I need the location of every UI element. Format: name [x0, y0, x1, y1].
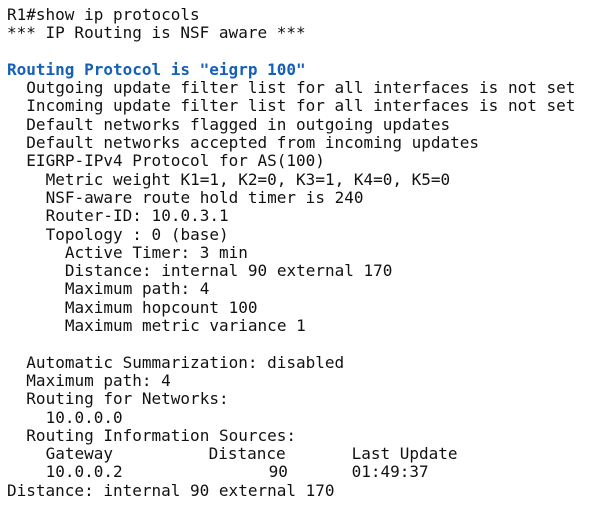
default-flagged-line: Default networks flagged in outgoing upd… — [26, 114, 451, 134]
cell-distance: 90 — [268, 462, 288, 482]
router-id-line: Router-ID: 10.0.3.1 — [45, 206, 229, 226]
metric-weight-line: Metric weight K1=1, K2=0, K3=1, K4=0, K5… — [45, 169, 451, 189]
header-last-update: Last Update — [351, 444, 458, 464]
incoming-filter-line: Incoming update filter list for all inte… — [26, 96, 576, 116]
topology-distance-line: Distance: internal 90 external 170 — [64, 261, 393, 281]
max-variance-line: Maximum metric variance 1 — [64, 316, 306, 336]
topology-max-path-line: Maximum path: 4 — [64, 279, 210, 299]
max-hopcount-line: Maximum hopcount 100 — [64, 297, 258, 317]
sources-table-header: Gateway Distance Last Update — [7, 444, 616, 464]
auto-summary-line: Automatic Summarization: disabled — [26, 352, 345, 372]
network-entry: 10.0.0.0 — [45, 407, 123, 427]
cell-last-update: 01:49:37 — [351, 462, 429, 482]
protocol-header: Routing Protocol is "eigrp 100" — [7, 59, 306, 79]
max-path-line: Maximum path: 4 — [26, 370, 171, 390]
eigrp-as-line: EIGRP-IPv4 Protocol for AS(100) — [26, 151, 325, 171]
cell-gateway: 10.0.0.2 — [45, 462, 123, 482]
nsf-timer-line: NSF-aware route hold timer is 240 — [45, 187, 364, 207]
routing-networks-line: Routing for Networks: — [26, 389, 229, 409]
command-prompt: R1#show ip protocols — [7, 5, 200, 24]
header-gateway: Gateway — [45, 444, 114, 464]
header-distance: Distance — [208, 444, 286, 464]
table-row: 10.0.0.2 90 01:49:37 — [7, 462, 616, 482]
active-timer-line: Active Timer: 3 min — [64, 242, 248, 262]
default-accepted-line: Default networks accepted from incoming … — [26, 133, 480, 153]
info-sources-line: Routing Information Sources: — [26, 425, 297, 445]
outgoing-filter-line: Outgoing update filter list for all inte… — [26, 78, 576, 98]
nsf-banner: *** IP Routing is NSF aware *** — [7, 23, 306, 43]
topology-line: Topology : 0 (base) — [45, 224, 229, 244]
terminal-output[interactable]: R1#show ip protocols *** IP Routing is N… — [0, 0, 616, 507]
final-distance-line: Distance: internal 90 external 170 — [7, 480, 335, 500]
